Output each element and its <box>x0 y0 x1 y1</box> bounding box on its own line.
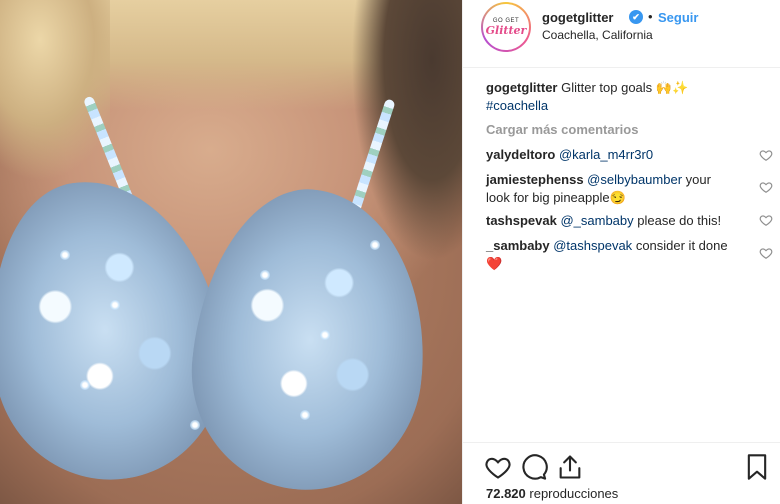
view-count-number: 72.820 <box>486 486 526 501</box>
location-link[interactable]: Coachella, California <box>542 28 653 42</box>
comment-mention[interactable]: @selbybaumber <box>587 172 682 187</box>
post-side-panel: GO GET Glitter gogetglitter ✔ • Seguir C… <box>462 0 780 504</box>
caption-username[interactable]: gogetglitter <box>486 80 558 95</box>
sparkle <box>80 380 90 390</box>
caption-text: Glitter top goals <box>561 80 653 95</box>
comment-mention[interactable]: @tashspevak <box>553 238 632 253</box>
post-video[interactable] <box>0 0 462 504</box>
comment-mention[interactable]: @_sambaby <box>560 213 633 228</box>
comment: jamiestephenss @selbybaumber your look f… <box>486 171 734 207</box>
comment-username[interactable]: _sambaby <box>486 238 550 253</box>
share-icon[interactable] <box>556 453 584 481</box>
post-header: GO GET Glitter gogetglitter ✔ • Seguir C… <box>463 0 780 68</box>
comment-like-heart-icon[interactable] <box>759 148 773 162</box>
post-caption: gogetglitter Glitter top goals 🙌✨ #coach… <box>486 79 766 115</box>
view-count[interactable]: 72.820 reproducciones <box>486 486 618 501</box>
comment-like-heart-icon[interactable] <box>759 246 773 260</box>
sparkle <box>60 250 70 260</box>
comment-like-heart-icon[interactable] <box>759 213 773 227</box>
header-username[interactable]: gogetglitter <box>542 10 614 25</box>
caption-hashtag[interactable]: #coachella <box>486 98 548 113</box>
comment: tashspevak @_sambaby please do this! <box>486 212 734 230</box>
comment-username[interactable]: tashspevak <box>486 213 557 228</box>
comment-username[interactable]: jamiestephenss <box>486 172 584 187</box>
sparkle <box>370 240 380 250</box>
separator-dot: • <box>648 9 653 24</box>
sparkle <box>110 300 120 310</box>
bookmark-icon[interactable] <box>743 453 771 481</box>
video-frame-hair-left <box>0 0 110 180</box>
sparkle <box>300 410 310 420</box>
heart-icon[interactable] <box>484 453 512 481</box>
instagram-post: GO GET Glitter gogetglitter ✔ • Seguir C… <box>0 0 780 504</box>
verified-badge-icon: ✔ <box>629 10 643 24</box>
sparkle <box>190 420 200 430</box>
sparkle <box>320 330 330 340</box>
comment: yalydeltoro @karla_m4rr3r0 <box>486 146 734 164</box>
comment-username[interactable]: yalydeltoro <box>486 147 555 162</box>
comment: _sambaby @tashspevak consider it done ❤️ <box>486 237 734 273</box>
sparkle <box>260 270 270 280</box>
comment-icon[interactable] <box>520 453 548 481</box>
comment-mention[interactable]: @karla_m4rr3r0 <box>559 147 653 162</box>
load-more-comments-button[interactable]: Cargar más comentarios <box>486 122 638 137</box>
view-count-label: reproducciones <box>529 486 619 501</box>
comment-text: please do this! <box>637 213 722 228</box>
comment-like-heart-icon[interactable] <box>759 180 773 194</box>
avatar-logo-text-bottom: Glitter <box>485 24 527 37</box>
caption-emojis: 🙌✨ <box>655 80 689 95</box>
avatar[interactable]: GO GET Glitter <box>481 2 531 52</box>
follow-button[interactable]: Seguir <box>658 10 698 25</box>
avatar-logo: GO GET Glitter <box>483 4 529 50</box>
